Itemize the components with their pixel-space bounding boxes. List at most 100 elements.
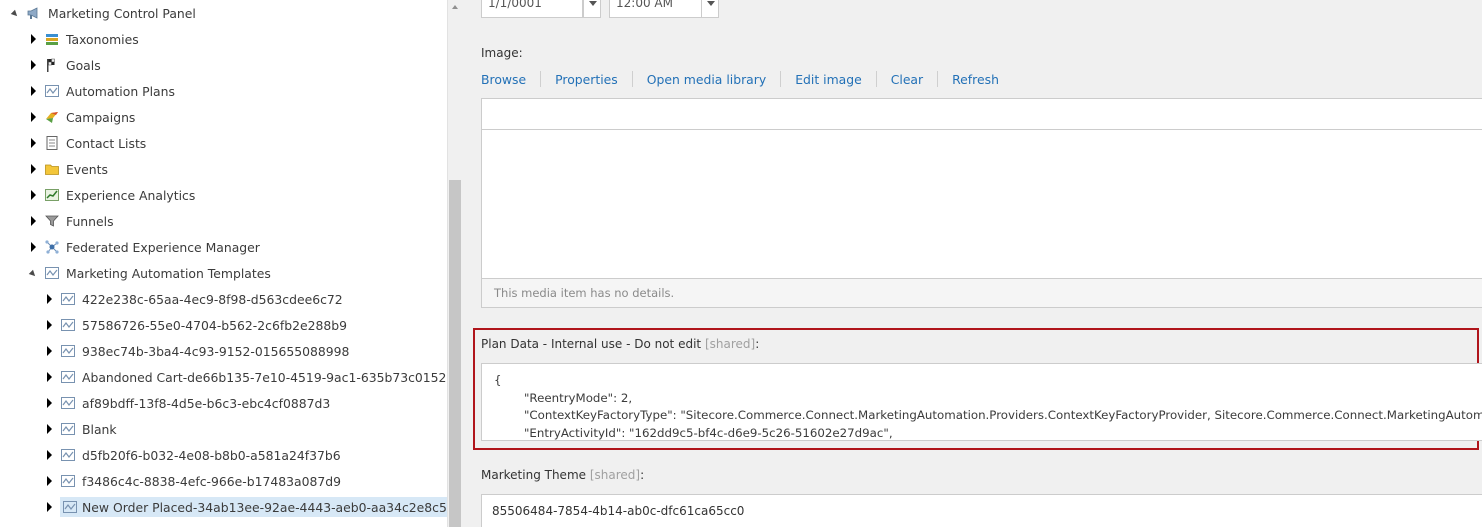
collapse-arrow-icon[interactable] (28, 267, 38, 279)
workflow-icon (60, 473, 76, 489)
tree-node-label: d5fb20f6-b032-4e08-b8b0-a581a24f37b6 (82, 447, 341, 463)
tree-node-template[interactable]: Blank (44, 418, 122, 440)
expand-arrow-icon[interactable] (44, 449, 54, 461)
label-colon: : (640, 468, 645, 482)
tree-node-goals[interactable]: Goals (28, 54, 106, 76)
marketing-theme-field[interactable]: 85506484-7854-4b14-ab0c-dfc61ca65cc0 (481, 494, 1482, 527)
workflow-icon (60, 369, 76, 385)
tree-node-label: Taxonomies (66, 31, 139, 47)
divider (631, 71, 633, 87)
tree-node-template[interactable]: 938ec74b-3ba4-4c93-9152-015655088998 (44, 340, 354, 362)
tree-node-federated-experience-manager[interactable]: Federated Experience Manager (28, 236, 265, 258)
date-field[interactable]: 1/1/0001 (481, 0, 583, 18)
refresh-link[interactable]: Refresh (952, 72, 1013, 87)
image-field-label: Image: (481, 46, 523, 60)
tree-node-funnels[interactable]: Funnels (28, 210, 119, 232)
tree-node-template[interactable]: f3486c4c-8838-4efc-966e-b17483a087d9 (44, 470, 346, 492)
divider (540, 71, 542, 87)
tree-node-template[interactable]: Abandoned Cart-de66b135-7e10-4519-9ac1-6… (44, 366, 447, 388)
tree-node-automation-plans[interactable]: Automation Plans (28, 80, 180, 102)
media-details-note: This media item has no details. (481, 278, 1482, 308)
tree-node-template[interactable]: 57586726-55e0-4704-b562-2c6fb2e288b9 (44, 314, 352, 336)
image-path-field[interactable] (481, 98, 1482, 130)
expand-arrow-icon[interactable] (28, 85, 38, 97)
tree-node-label: 57586726-55e0-4704-b562-2c6fb2e288b9 (82, 317, 347, 333)
browse-link[interactable]: Browse (481, 72, 540, 87)
image-toolbar: Browse Properties Open media library Edi… (481, 71, 1013, 87)
expand-arrow-icon[interactable] (44, 371, 54, 383)
expand-arrow-icon[interactable] (28, 163, 38, 175)
scrollbar-thumb[interactable] (449, 180, 461, 527)
tree-node-label: Abandoned Cart-de66b135-7e10-4519-9ac1-6… (82, 369, 447, 385)
tree-node-template[interactable]: 422e238c-65aa-4ec9-8f98-d563cdee6c72 (44, 288, 348, 310)
tree-node-template[interactable]: af89bdff-13f8-4d5e-b6c3-ebc4cf0887d3 (44, 392, 335, 414)
expand-arrow-icon[interactable] (44, 345, 54, 357)
expand-arrow-icon[interactable] (44, 475, 54, 487)
tree-node-contact-lists[interactable]: Contact Lists (28, 132, 151, 154)
folder-icon (44, 161, 60, 177)
item-editor: 1/1/0001 12:00 AM Image: Browse Properti… (462, 0, 1482, 527)
plan-data-label: Plan Data - Internal use - Do not edit [… (481, 337, 759, 351)
workflow-icon (44, 265, 60, 281)
workflow-icon (44, 83, 60, 99)
shared-tag: [shared] (704, 337, 756, 351)
expand-arrow-icon[interactable] (28, 33, 38, 45)
tree-node-label: af89bdff-13f8-4d5e-b6c3-ebc4cf0887d3 (82, 395, 331, 411)
expand-arrow-icon[interactable] (44, 501, 54, 513)
expand-arrow-icon[interactable] (28, 241, 38, 253)
tree-node-label: New Order Placed-34ab13ee-92ae-4443-aeb0… (82, 499, 447, 515)
expand-arrow-icon[interactable] (28, 215, 38, 227)
tree-node-label: f3486c4c-8838-4efc-966e-b17483a087d9 (82, 473, 342, 489)
tree-node-label: Blank (82, 421, 117, 437)
tree-node-label: 422e238c-65aa-4ec9-8f98-d563cdee6c72 (82, 291, 343, 307)
megaphone-icon (26, 5, 42, 21)
tree-node-template-selected[interactable]: New Order Placed-34ab13ee-92ae-4443-aeb0… (44, 496, 447, 518)
workflow-icon (60, 291, 76, 307)
tree-node-marketing-automation-templates[interactable]: Marketing Automation Templates (28, 262, 276, 284)
divider (780, 71, 782, 87)
marketing-theme-label-text: Marketing Theme (481, 468, 587, 482)
tree-node-campaigns[interactable]: Campaigns (28, 106, 140, 128)
tree-node-template[interactable]: d5fb20f6-b032-4e08-b8b0-a581a24f37b6 (44, 444, 346, 466)
tree-node-label: Goals (66, 57, 101, 73)
time-field[interactable]: 12:00 AM (609, 0, 703, 18)
expand-arrow-icon[interactable] (28, 59, 38, 71)
expand-arrow-icon[interactable] (44, 319, 54, 331)
expand-arrow-icon[interactable] (28, 111, 38, 123)
divider (875, 71, 877, 87)
campaign-icon (44, 109, 60, 125)
label-colon: : (755, 337, 760, 351)
expand-arrow-icon[interactable] (28, 137, 38, 149)
workflow-icon (60, 317, 76, 333)
workflow-icon (60, 421, 76, 437)
shared-tag: [shared] (589, 468, 641, 482)
expand-arrow-icon[interactable] (44, 293, 54, 305)
date-dropdown-button[interactable] (583, 0, 601, 18)
funnel-icon (44, 213, 60, 229)
tree-node-label: Experience Analytics (66, 187, 196, 203)
tree-node-experience-analytics[interactable]: Experience Analytics (28, 184, 200, 206)
expand-arrow-icon[interactable] (28, 189, 38, 201)
chart-icon (44, 187, 60, 203)
tree-scrollbar[interactable] (447, 0, 462, 527)
tree-node-label: Federated Experience Manager (66, 239, 260, 255)
tree-node-label: Marketing Control Panel (48, 5, 196, 21)
edit-image-link[interactable]: Edit image (795, 72, 876, 87)
clear-link[interactable]: Clear (891, 72, 937, 87)
plan-data-textarea[interactable]: { "ReentryMode": 2, "ContextKeyFactoryTy… (481, 363, 1482, 441)
expand-arrow-icon[interactable] (44, 423, 54, 435)
open-media-library-link[interactable]: Open media library (647, 72, 780, 87)
scroll-up-icon[interactable] (452, 5, 458, 9)
tree-node-taxonomies[interactable]: Taxonomies (28, 28, 144, 50)
divider (937, 71, 939, 87)
tree-node-label: Funnels (66, 213, 114, 229)
expand-arrow-icon[interactable] (44, 397, 54, 409)
time-dropdown-button[interactable] (701, 0, 719, 18)
tree-node-label: 938ec74b-3ba4-4c93-9152-015655088998 (82, 343, 350, 359)
properties-link[interactable]: Properties (555, 72, 632, 87)
marketing-theme-label: Marketing Theme [shared]: (481, 468, 644, 482)
books-icon (44, 31, 60, 47)
tree-node-marketing-control-panel[interactable]: Marketing Control Panel (10, 2, 201, 24)
tree-node-events[interactable]: Events (28, 158, 113, 180)
collapse-arrow-icon[interactable] (10, 7, 20, 19)
